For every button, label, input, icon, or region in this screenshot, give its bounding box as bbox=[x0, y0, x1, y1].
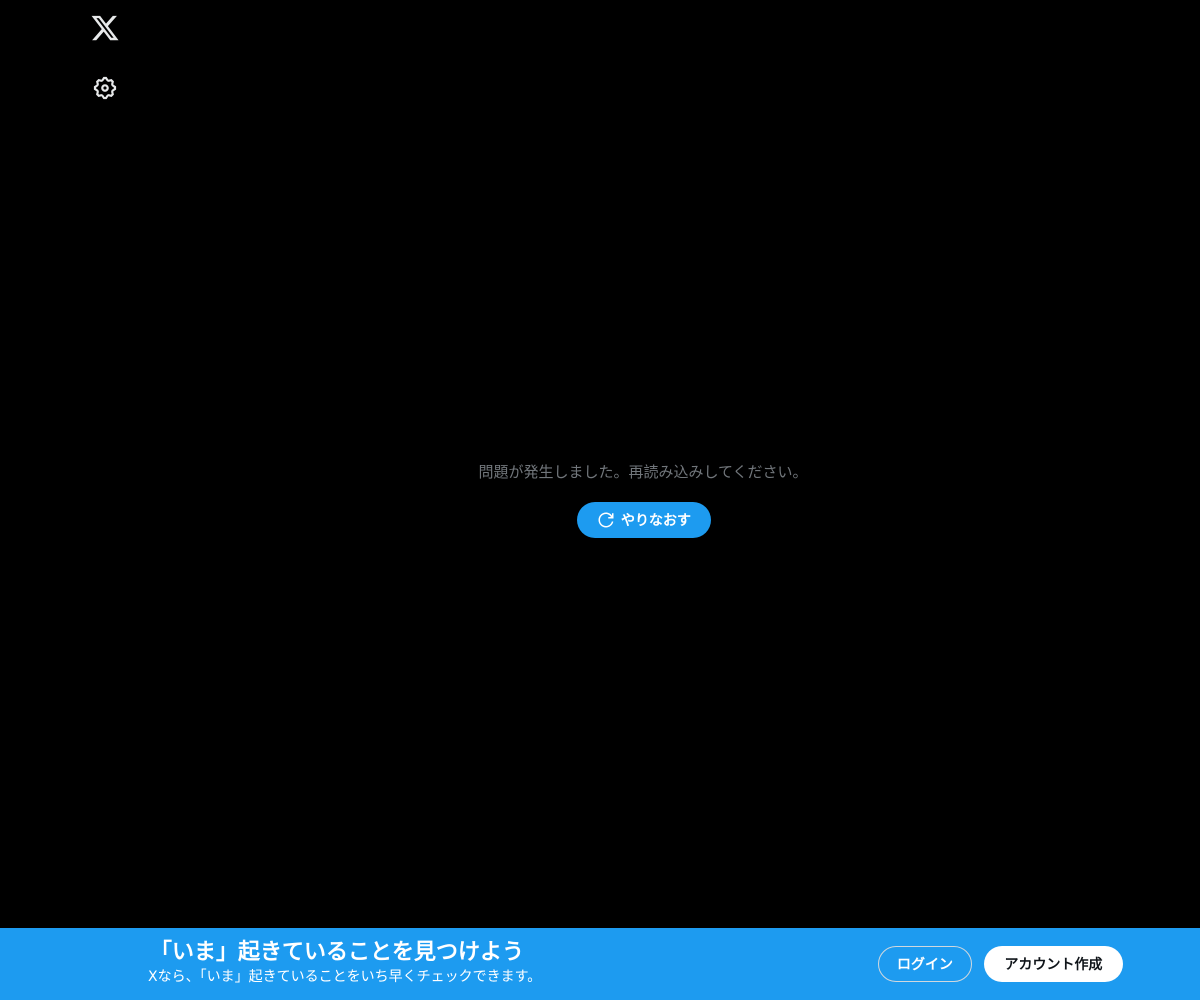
banner-text: 「いま」起きていることを見つけよう Xなら、「いま」起きていることをいち早くチェ… bbox=[148, 938, 848, 986]
x-logo-icon[interactable] bbox=[90, 13, 120, 43]
retry-label: やりなおす bbox=[621, 513, 691, 529]
error-message: 問題が発生しました。再読み込みしてください。 bbox=[478, 463, 808, 481]
gear-icon[interactable] bbox=[92, 75, 118, 101]
banner-title: 「いま」起きていることを見つけよう bbox=[150, 940, 525, 965]
create-account-button[interactable]: アカウント作成 bbox=[984, 946, 1123, 982]
refresh-icon bbox=[597, 511, 615, 529]
signup-banner: 「いま」起きていることを見つけよう Xなら、「いま」起きていることをいち早くチェ… bbox=[0, 928, 1200, 1000]
retry-button[interactable]: やりなおす bbox=[577, 502, 711, 538]
sidebar bbox=[76, 0, 134, 120]
banner-subtitle: Xなら、「いま」起きていることをいち早くチェックできます。 bbox=[148, 969, 542, 985]
login-button[interactable]: ログイン bbox=[878, 946, 972, 982]
page: 問題が発生しました。再読み込みしてください。 やりなおす 「いま」起きていること… bbox=[0, 0, 1200, 1000]
error-panel: 問題が発生しました。再読み込みしてください。 やりなおす bbox=[400, 460, 886, 538]
